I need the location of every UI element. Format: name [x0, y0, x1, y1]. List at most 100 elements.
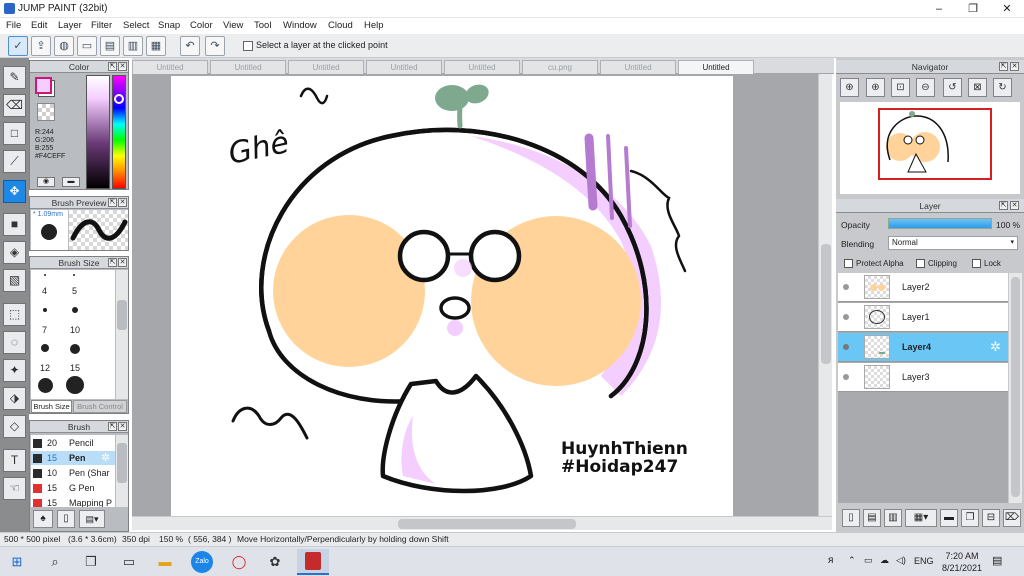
delete-layer-icon[interactable]: ⌦ — [1003, 509, 1021, 527]
opacity-slider[interactable] — [888, 218, 992, 229]
list-item[interactable]: 10 Pen (Shar — [31, 466, 115, 480]
tab-cu-png[interactable]: cu.png — [522, 60, 598, 74]
panel-close-icon[interactable]: ✕ — [118, 198, 127, 207]
brush-list-scrollbar[interactable] — [116, 435, 128, 507]
brush-size-scrollbar[interactable] — [116, 270, 128, 399]
transparent-swatch[interactable] — [37, 103, 55, 121]
file-explorer-icon[interactable]: ▬ — [154, 551, 176, 573]
hue-indicator[interactable] — [114, 94, 124, 104]
actual-size-icon[interactable]: ⊡ — [891, 78, 910, 97]
language-indicator[interactable]: ENG — [914, 556, 934, 566]
new-raster-layer-icon[interactable]: ▤ — [863, 509, 881, 527]
zoom-in-icon[interactable]: ⊕ — [866, 78, 885, 97]
canvas-horizontal-scrollbar[interactable] — [132, 516, 832, 530]
layer-row[interactable]: Layer3 — [838, 363, 1008, 392]
size-dot-15[interactable] — [70, 344, 80, 354]
merge-layer-icon[interactable]: ⊟ — [982, 509, 1000, 527]
menu-view[interactable]: View — [223, 18, 243, 34]
layer-row-selected[interactable]: Layer4 ✲ — [838, 333, 1008, 362]
message-icon[interactable]: ▭ — [77, 36, 97, 56]
viewport-indicator[interactable] — [878, 108, 992, 180]
menu-tool[interactable]: Tool — [254, 18, 271, 34]
search-icon[interactable]: ⌕ — [44, 551, 66, 573]
volume-icon[interactable]: ◁) — [896, 555, 906, 566]
scroll-thumb[interactable] — [117, 300, 127, 330]
eraser-tool-icon[interactable]: ⌫ — [3, 94, 26, 117]
opera-icon[interactable]: ◯ — [228, 551, 250, 573]
menu-edit[interactable]: Edit — [31, 18, 47, 34]
clipping-checkbox[interactable] — [916, 259, 925, 268]
rotate-right-icon[interactable]: ↻ — [993, 78, 1012, 97]
magic-wand-tool-icon[interactable]: ✦ — [3, 359, 26, 382]
cloud-icon[interactable]: ✓ — [8, 36, 28, 56]
visibility-eye-icon[interactable] — [843, 314, 849, 320]
panel-close-icon[interactable]: ✕ — [118, 422, 127, 431]
menu-filter[interactable]: Filter — [91, 18, 112, 34]
list-item-selected[interactable]: 15 Pen ✲ — [31, 451, 115, 465]
tab-brush-size[interactable]: Brush Size — [31, 400, 72, 413]
comment-icon[interactable]: ◍ — [54, 36, 74, 56]
menu-window[interactable]: Window — [283, 18, 317, 34]
select-rect-tool-icon[interactable]: ⬚ — [3, 303, 26, 326]
scroll-thumb[interactable] — [821, 244, 831, 364]
navigator-preview[interactable] — [840, 102, 1020, 194]
layer-list-scrollbar[interactable] — [1009, 273, 1022, 503]
layer-row[interactable]: Layer2 — [838, 273, 1008, 302]
panel-close-icon[interactable]: ✕ — [118, 62, 127, 71]
redo-icon[interactable]: ↷ — [205, 36, 225, 56]
panel-close-icon[interactable]: ✕ — [1010, 62, 1019, 71]
size-dot-large-2[interactable] — [66, 376, 84, 394]
new-layer-menu-icon[interactable]: ▦▾ — [905, 509, 937, 527]
pen-tool-icon[interactable]: ✎ — [3, 66, 26, 89]
tab-untitled-1[interactable]: Untitled — [132, 60, 208, 74]
protect-alpha-checkbox[interactable] — [844, 259, 853, 268]
menu-help[interactable]: Help — [364, 18, 384, 34]
scroll-thumb[interactable] — [398, 519, 576, 529]
size-dot-7[interactable] — [43, 308, 47, 312]
scroll-thumb[interactable] — [117, 443, 127, 483]
zoom-fit-icon[interactable]: ⊕ — [840, 78, 859, 97]
export-icon[interactable]: ⇪ — [31, 36, 51, 56]
grid-check-icon[interactable]: ▦ — [146, 36, 166, 56]
tab-untitled-7[interactable]: Untitled — [600, 60, 676, 74]
panel-float-icon[interactable]: ⇱ — [108, 422, 117, 431]
panel-float-icon[interactable]: ⇱ — [108, 258, 117, 267]
text-tool-icon[interactable]: T — [3, 449, 26, 472]
menu-file[interactable]: File — [6, 18, 21, 34]
menu-layer[interactable]: Layer — [58, 18, 82, 34]
folder-icon[interactable]: ▬ — [940, 509, 958, 527]
tab-untitled-2[interactable]: Untitled — [210, 60, 286, 74]
document-icon[interactable]: ▤ — [100, 36, 120, 56]
panel-float-icon[interactable]: ⇱ — [108, 198, 117, 207]
hand-tool-icon[interactable]: ☜ — [3, 477, 26, 500]
move-tool-icon[interactable]: ✥ — [3, 180, 26, 203]
page-icon[interactable]: ▥ — [123, 36, 143, 56]
layer-settings-gear-icon[interactable]: ✲ — [990, 339, 1001, 355]
new-halftone-layer-icon[interactable]: ▥ — [884, 509, 902, 527]
hue-slider[interactable] — [112, 75, 126, 189]
scroll-thumb[interactable] — [1011, 277, 1020, 497]
menu-select[interactable]: Select — [123, 18, 149, 34]
panel-close-icon[interactable]: ✕ — [118, 258, 127, 267]
visibility-eye-icon[interactable] — [843, 284, 849, 290]
canvas-vertical-scrollbar[interactable] — [818, 74, 832, 516]
eyedropper-icon[interactable]: ◉ — [37, 177, 55, 187]
paint-app-icon[interactable]: ✿ — [264, 551, 286, 573]
select-pen-tool-icon[interactable]: ⬗ — [3, 387, 26, 410]
notifications-icon[interactable]: ▤ — [992, 554, 1002, 567]
task-view-icon[interactable]: ❐ — [80, 551, 102, 573]
tab-untitled-4[interactable]: Untitled — [366, 60, 442, 74]
tab-untitled-3[interactable]: Untitled — [288, 60, 364, 74]
brush-menu-icon[interactable]: ▤▾ — [79, 510, 105, 528]
rectangle-tool-icon[interactable]: □ — [3, 122, 26, 145]
layer-row[interactable]: Layer1 — [838, 303, 1008, 332]
brush-settings-icon[interactable]: ♠ — [33, 510, 53, 528]
menu-cloud[interactable]: Cloud — [328, 18, 353, 34]
settings-gear-icon[interactable]: ✲ — [101, 451, 110, 464]
bucket-tool-icon[interactable]: ◈ — [3, 241, 26, 264]
network-icon[interactable]: ▭ — [864, 555, 873, 566]
tab-brush-control[interactable]: Brush Control — [73, 400, 127, 413]
zalo-icon[interactable]: Zalo — [191, 551, 213, 573]
maximize-button[interactable]: ❐ — [956, 0, 990, 18]
rotate-left-icon[interactable]: ↺ — [943, 78, 962, 97]
